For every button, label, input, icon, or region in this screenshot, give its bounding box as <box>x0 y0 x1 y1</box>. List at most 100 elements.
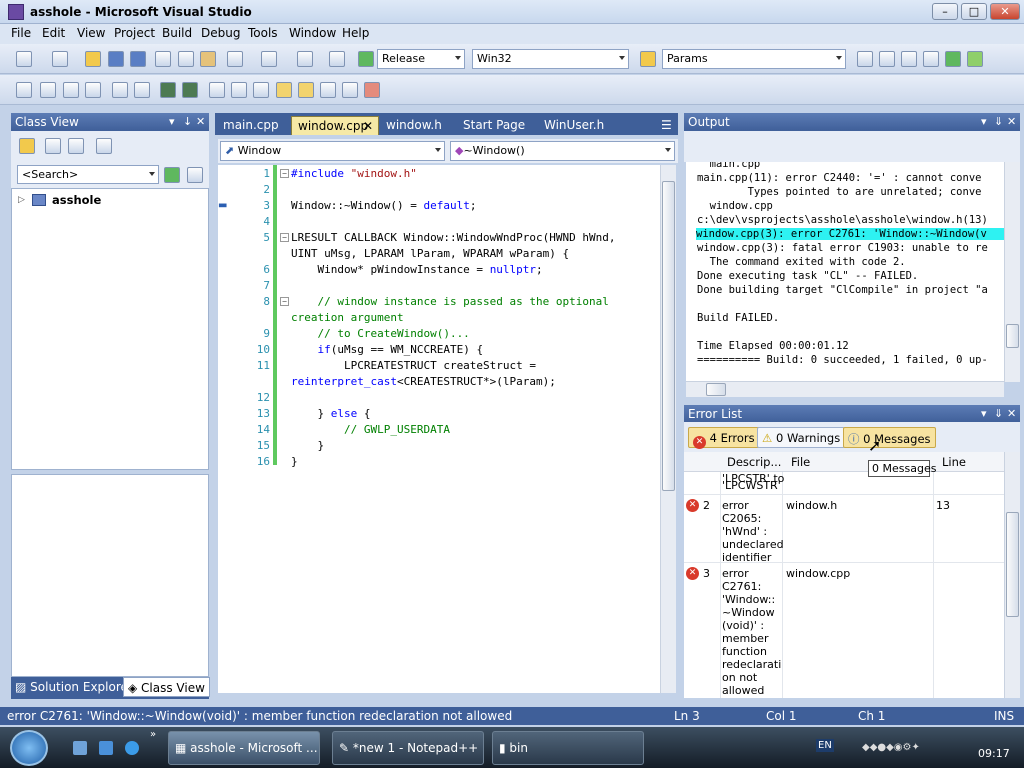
show-desktop-icon[interactable] <box>73 741 87 755</box>
output-line[interactable]: c:\dev\vsprojects\asshole\asshole\window… <box>697 214 988 226</box>
tray-icons[interactable]: ◆◆●◆◉⚙✦ <box>862 742 962 754</box>
output-line[interactable]: window.cpp(3): error C2761: 'Window::~Wi… <box>696 228 1004 240</box>
add-item-icon[interactable] <box>52 51 68 67</box>
code-line[interactable]: } else { <box>291 407 370 420</box>
output-line[interactable]: window.cpp(3): fatal error C1903: unable… <box>697 242 988 254</box>
column-line[interactable]: Line <box>942 455 966 469</box>
decrease-indent-icon[interactable] <box>112 82 128 98</box>
taskbar-item-notepad[interactable]: ✎ *new 1 - Notepad++ <box>332 731 484 765</box>
code-editor[interactable]: 1 #include "window.h" 2 3 Window::~Window() … <box>218 165 661 693</box>
code-line[interactable]: Window* pWindowInstance = nullptr; <box>291 263 542 276</box>
extension-manager-icon[interactable] <box>967 51 983 67</box>
next-bookmark-icon[interactable] <box>253 82 269 98</box>
menu-tools[interactable]: Tools <box>248 26 278 40</box>
error-list-scrollbar[interactable] <box>1004 452 1020 698</box>
member-scope-select[interactable]: ◆~Window() <box>450 141 675 161</box>
close-tab-icon[interactable]: ✕ <box>363 119 373 133</box>
copy-icon[interactable] <box>178 51 194 67</box>
next-bookmark-folder-icon[interactable] <box>298 82 314 98</box>
output-line[interactable]: Build FAILED. <box>697 312 779 324</box>
dropdown-icon[interactable]: ▾ <box>981 407 987 420</box>
menu-edit[interactable]: Edit <box>42 26 65 40</box>
tab-window-h[interactable]: window.h <box>380 116 448 135</box>
output-scroll-thumb[interactable] <box>1006 324 1019 348</box>
tab-main-cpp[interactable]: main.cpp <box>217 116 285 135</box>
column-file[interactable]: File <box>791 455 810 469</box>
start-debugging-icon[interactable] <box>358 51 374 67</box>
code-line[interactable]: UINT uMsg, LPARAM lParam, WPARAM wParam)… <box>291 247 569 260</box>
quick-launch-overflow-icon[interactable]: » <box>150 729 156 740</box>
code-line[interactable]: } <box>291 439 324 452</box>
undo-icon[interactable] <box>227 51 243 67</box>
save-icon[interactable] <box>108 51 124 67</box>
navigate-forward-icon[interactable] <box>329 51 345 67</box>
solution-platform-select[interactable]: Win32 <box>472 49 629 69</box>
code-line[interactable]: if(uMsg == WM_NCCREATE) { <box>291 343 484 356</box>
dropdown-icon[interactable]: ▾ <box>981 115 987 128</box>
class-view-settings-icon[interactable] <box>96 138 112 154</box>
code-line[interactable]: LPCREATESTRUCT createStruct = <box>291 359 536 372</box>
output-line[interactable]: The command exited with code 2. <box>697 256 906 268</box>
pin-icon[interactable]: ⇓ <box>994 115 1003 128</box>
tab-winuser-h[interactable]: WinUser.h <box>538 116 610 135</box>
solution-explorer-icon[interactable] <box>857 51 873 67</box>
properties-icon[interactable] <box>879 51 895 67</box>
code-line[interactable]: LRESULT CALLBACK Window::WindowWndProc(H… <box>291 231 616 244</box>
tree-root-label[interactable]: asshole <box>52 193 101 207</box>
folder-icon[interactable] <box>19 138 35 154</box>
table-row[interactable]: ✕ 3 error C2761: 'Window:: ~Window (void)' :… <box>684 562 1004 698</box>
start-button[interactable] <box>10 730 48 766</box>
close-icon[interactable]: ✕ <box>1007 115 1016 128</box>
previous-bookmark-icon[interactable] <box>231 82 247 98</box>
previous-bookmark-folder-icon[interactable] <box>276 82 292 98</box>
uncomment-icon[interactable] <box>182 82 198 98</box>
redo-icon[interactable] <box>261 51 277 67</box>
pin-icon[interactable]: ↓ <box>183 115 192 128</box>
open-folder-icon[interactable] <box>85 51 101 67</box>
dropdown-icon[interactable]: ▾ <box>169 115 175 128</box>
menu-view[interactable]: View <box>77 26 105 40</box>
internet-explorer-icon[interactable] <box>125 741 139 755</box>
new-project-icon[interactable] <box>16 51 32 67</box>
previous-bookmark-document-icon[interactable] <box>320 82 336 98</box>
menu-file[interactable]: File <box>11 26 31 40</box>
output-text[interactable]: main.cpp main.cpp(11): error C2440: '=' :… <box>686 162 1004 382</box>
save-all-icon[interactable] <box>130 51 146 67</box>
output-line[interactable]: ========== Build: 0 succeeded, 1 failed,… <box>697 354 988 366</box>
expand-icon[interactable]: ▷ <box>18 195 25 205</box>
collapse-outline-icon[interactable]: − <box>280 169 289 178</box>
type-scope-select[interactable]: ⬈ Window <box>220 141 445 161</box>
paste-icon[interactable] <box>200 51 216 67</box>
code-line[interactable]: } <box>291 455 298 468</box>
output-line[interactable]: Done executing task "CL" -- FAILED. <box>697 270 918 282</box>
quick-info-icon[interactable] <box>63 82 79 98</box>
start-page-icon[interactable] <box>945 51 961 67</box>
output-line[interactable]: Time Elapsed 00:00:01.12 <box>697 340 849 352</box>
code-line[interactable]: // to CreateWindow()... <box>291 327 469 340</box>
editor-vertical-scrollbar[interactable] <box>660 165 676 693</box>
next-bookmark-document-icon[interactable] <box>342 82 358 98</box>
output-hscroll-thumb[interactable] <box>706 383 726 396</box>
menu-project[interactable]: Project <box>114 26 155 40</box>
tab-window-cpp[interactable]: window.cpp ✕ <box>291 116 379 135</box>
complete-word-icon[interactable] <box>85 82 101 98</box>
warnings-filter-button[interactable]: ⚠ 0 Warnings <box>757 427 846 448</box>
table-row[interactable]: ✕ 2 error C2065:'hWnd' : undeclared identif… <box>684 494 1004 564</box>
tab-start-page[interactable]: Start Page <box>457 116 531 135</box>
errors-filter-button[interactable]: ✕ 4 Errors <box>688 427 760 449</box>
find-in-files-icon[interactable] <box>640 51 656 67</box>
taskbar-item-bin-folder[interactable]: ▮ bin <box>492 731 644 765</box>
minimize-button[interactable]: – <box>932 3 958 20</box>
solution-configuration-select[interactable]: Release <box>377 49 465 69</box>
toolbox-icon[interactable] <box>923 51 939 67</box>
output-line[interactable]: window.cpp <box>697 200 773 212</box>
output-vertical-scrollbar[interactable] <box>1004 162 1020 382</box>
code-line[interactable]: // window instance is passed as the opti… <box>291 295 608 308</box>
find-combo[interactable]: Params <box>662 49 846 69</box>
close-button[interactable]: ✕ <box>990 3 1020 20</box>
messages-filter-button[interactable]: ⓘ 0 Messages <box>843 427 936 448</box>
code-line[interactable]: Window::~Window() = default; <box>291 199 476 212</box>
comment-out-icon[interactable] <box>160 82 176 98</box>
increase-indent-icon[interactable] <box>134 82 150 98</box>
code-line[interactable]: creation argument <box>291 311 404 324</box>
